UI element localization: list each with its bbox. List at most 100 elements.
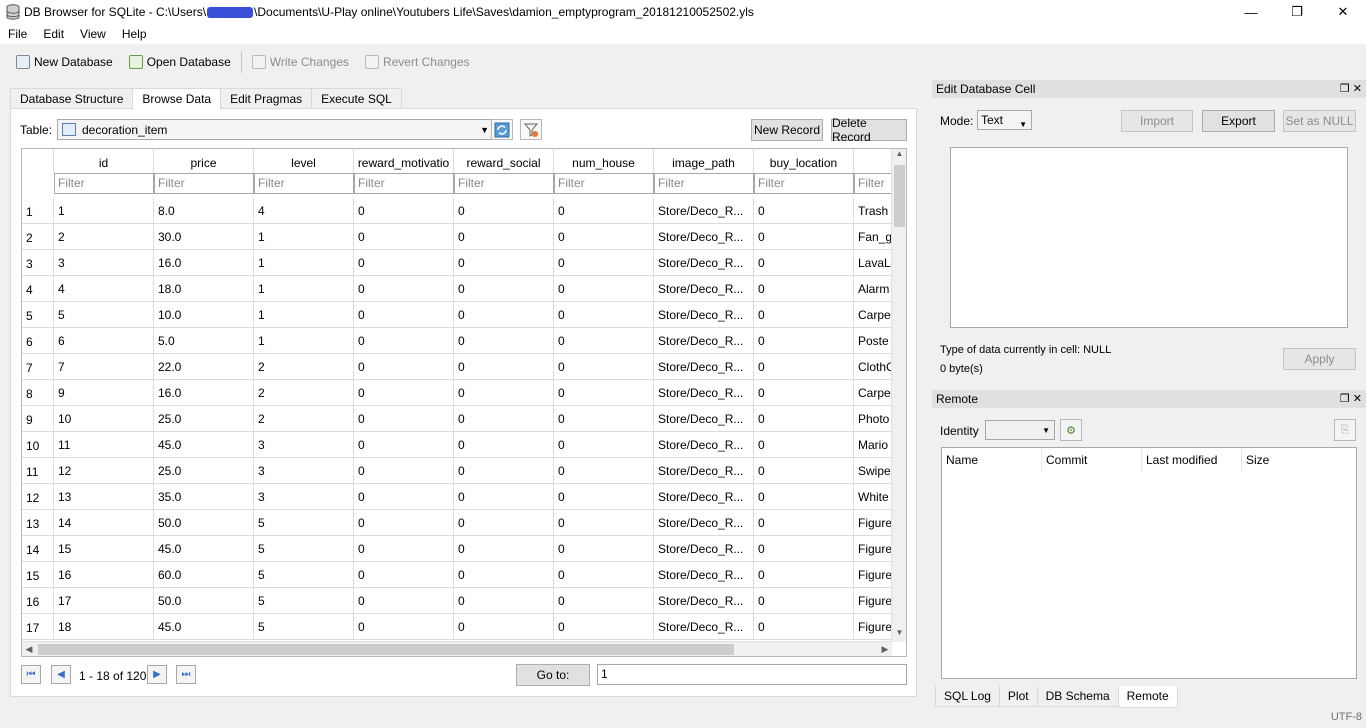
tab-plot[interactable]: Plot <box>998 686 1038 707</box>
row-number[interactable]: 1 <box>22 198 54 223</box>
float-icon[interactable]: ❐ <box>1340 83 1350 95</box>
scroll-down-icon[interactable]: ▼ <box>892 628 906 642</box>
table-cell[interactable]: 5 <box>254 614 354 639</box>
delete-record-button[interactable]: Delete Record <box>831 116 907 144</box>
table-row[interactable]: 2 2 30.0 1 0 0 0 Store/Deco_R... 0 Fan_g <box>22 224 892 250</box>
table-cell[interactable]: 0 <box>454 406 554 431</box>
table-cell[interactable]: 25.0 <box>154 458 254 483</box>
filter-input[interactable]: Filter <box>654 173 754 194</box>
table-cell[interactable]: 0 <box>754 276 854 301</box>
table-cell[interactable]: 1 <box>254 302 354 327</box>
row-number[interactable]: 8 <box>22 380 54 405</box>
table-row[interactable]: 15 16 60.0 5 0 0 0 Store/Deco_R... 0 Figure <box>22 562 892 588</box>
table-cell[interactable]: 0 <box>554 614 654 639</box>
table-cell[interactable]: 2 <box>254 380 354 405</box>
table-cell[interactable]: 1 <box>254 250 354 275</box>
tab-sql-log[interactable]: SQL Log <box>935 686 1000 707</box>
table-cell[interactable]: 14 <box>54 510 154 535</box>
row-number[interactable]: 4 <box>22 276 54 301</box>
table-cell[interactable]: Store/Deco_R... <box>654 302 754 327</box>
column-header-buy-location[interactable]: buy_location <box>754 149 854 173</box>
table-cell[interactable]: ClothC <box>854 354 892 379</box>
table-row[interactable]: 7 7 22.0 2 0 0 0 Store/Deco_R... 0 ClothC <box>22 354 892 380</box>
table-cell[interactable]: 7 <box>54 354 154 379</box>
table-cell[interactable]: 0 <box>554 536 654 561</box>
column-header-reward-social[interactable]: reward_social <box>454 149 554 173</box>
column-header-id[interactable]: id <box>54 149 154 173</box>
table-cell[interactable]: 10.0 <box>154 302 254 327</box>
float-icon[interactable]: ❐ <box>1340 393 1350 405</box>
table-cell[interactable]: Trash <box>854 198 892 223</box>
table-cell[interactable]: 0 <box>354 198 454 223</box>
table-cell[interactable]: 16.0 <box>154 380 254 405</box>
menu-edit[interactable]: Edit <box>35 24 72 44</box>
remote-column-size[interactable]: Size <box>1242 448 1342 472</box>
table-cell[interactable]: Figure <box>854 614 892 639</box>
table-cell[interactable]: 4 <box>254 198 354 223</box>
table-cell[interactable]: 0 <box>354 328 454 353</box>
horizontal-scrollbar[interactable]: ◀ ▶ <box>22 641 892 656</box>
filter-input[interactable]: Filter <box>254 173 354 194</box>
table-cell[interactable]: 10 <box>54 406 154 431</box>
table-row[interactable]: 10 11 45.0 3 0 0 0 Store/Deco_R... 0 Mario <box>22 432 892 458</box>
table-cell[interactable]: Poste <box>854 328 892 353</box>
table-cell[interactable]: 0 <box>754 380 854 405</box>
table-cell[interactable]: 0 <box>754 198 854 223</box>
table-cell[interactable]: 0 <box>454 302 554 327</box>
vertical-scroll-thumb[interactable] <box>894 165 905 227</box>
table-cell[interactable]: 9 <box>54 380 154 405</box>
mode-select[interactable]: Text ▼ <box>977 110 1032 130</box>
table-cell[interactable]: 4 <box>54 276 154 301</box>
close-button[interactable]: ✕ <box>1320 0 1366 24</box>
write-changes-button[interactable]: Write Changes <box>244 49 357 75</box>
table-cell[interactable]: Store/Deco_R... <box>654 614 754 639</box>
clone-button[interactable]: ⎘ <box>1334 419 1356 441</box>
column-header-num-house[interactable]: num_house <box>554 149 654 173</box>
table-cell[interactable]: 0 <box>454 432 554 457</box>
table-cell[interactable]: 5 <box>254 562 354 587</box>
cell-editor-textarea[interactable] <box>950 147 1348 328</box>
remote-list[interactable]: Name Commit Last modified Size <box>941 447 1357 679</box>
table-row[interactable]: 17 18 45.0 5 0 0 0 Store/Deco_R... 0 Figure <box>22 614 892 640</box>
menu-view[interactable]: View <box>72 24 114 44</box>
table-cell[interactable]: Figure <box>854 588 892 613</box>
table-cell[interactable]: Alarm <box>854 276 892 301</box>
column-header-level[interactable]: level <box>254 149 354 173</box>
table-cell[interactable]: 0 <box>454 224 554 249</box>
table-cell[interactable]: 0 <box>754 224 854 249</box>
table-cell[interactable]: White <box>854 484 892 509</box>
row-number[interactable]: 2 <box>22 224 54 249</box>
table-cell[interactable]: 0 <box>354 276 454 301</box>
table-cell[interactable]: 0 <box>454 458 554 483</box>
table-cell[interactable]: 11 <box>54 432 154 457</box>
row-number[interactable]: 15 <box>22 562 54 587</box>
table-cell[interactable]: 0 <box>354 302 454 327</box>
table-row[interactable]: 12 13 35.0 3 0 0 0 Store/Deco_R... 0 White <box>22 484 892 510</box>
row-number[interactable]: 10 <box>22 432 54 457</box>
table-cell[interactable]: 0 <box>454 484 554 509</box>
table-cell[interactable]: 22.0 <box>154 354 254 379</box>
table-cell[interactable]: Store/Deco_R... <box>654 562 754 587</box>
table-cell[interactable]: 3 <box>254 458 354 483</box>
next-page-button[interactable]: ▶ <box>147 665 167 684</box>
row-number[interactable]: 6 <box>22 328 54 353</box>
table-cell[interactable]: 0 <box>754 250 854 275</box>
tab-db-schema[interactable]: DB Schema <box>1036 686 1119 707</box>
table-cell[interactable]: 18.0 <box>154 276 254 301</box>
table-cell[interactable]: Mario <box>854 432 892 457</box>
row-number[interactable]: 16 <box>22 588 54 613</box>
row-number[interactable]: 14 <box>22 536 54 561</box>
table-cell[interactable]: Store/Deco_R... <box>654 536 754 561</box>
table-cell[interactable]: Swipe <box>854 458 892 483</box>
table-cell[interactable]: 25.0 <box>154 406 254 431</box>
table-cell[interactable]: 0 <box>454 250 554 275</box>
column-header-reward-motivation[interactable]: reward_motivatio <box>354 149 454 173</box>
table-cell[interactable]: 0 <box>554 562 654 587</box>
table-cell[interactable]: 0 <box>754 354 854 379</box>
scroll-left-icon[interactable]: ◀ <box>22 642 36 656</box>
table-cell[interactable]: 17 <box>54 588 154 613</box>
horizontal-scroll-thumb[interactable] <box>38 644 734 655</box>
table-cell[interactable]: 0 <box>454 510 554 535</box>
row-number[interactable]: 9 <box>22 406 54 431</box>
export-button[interactable]: Export <box>1202 110 1275 132</box>
